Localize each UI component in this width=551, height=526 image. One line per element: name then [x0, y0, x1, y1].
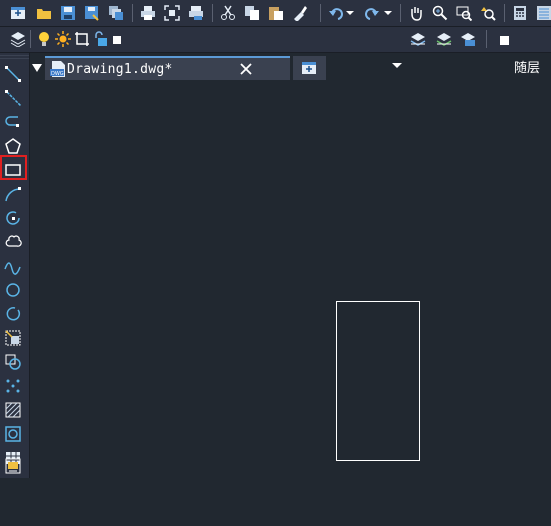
polyline-icon[interactable] [4, 113, 22, 131]
layer-toolbar: 0 随层 [0, 27, 551, 76]
publish-icon[interactable] [188, 5, 204, 21]
zoom-realtime-icon[interactable] [432, 5, 448, 21]
pan-icon[interactable] [408, 5, 424, 21]
layer-manager-icon[interactable] [10, 31, 26, 47]
zoom-previous-icon[interactable] [480, 5, 496, 21]
color-swatch[interactable] [500, 36, 509, 45]
circle-icon[interactable] [4, 281, 22, 299]
layer-previous-icon[interactable] [436, 31, 452, 47]
ellipse-arc-icon[interactable] [4, 305, 22, 323]
cut-icon[interactable] [220, 5, 236, 21]
sun-icon[interactable] [55, 31, 71, 47]
paste-icon[interactable] [268, 5, 284, 21]
open-icon[interactable] [36, 5, 52, 21]
point-icon[interactable] [4, 377, 22, 395]
circle-arc-icon[interactable] [4, 209, 22, 227]
unlock-icon[interactable] [92, 31, 108, 47]
draw-toolbar [0, 53, 30, 478]
save-as-icon[interactable] [84, 5, 100, 21]
new-drawing-icon [302, 62, 316, 74]
toolbar-grip [0, 58, 29, 59]
chevron-down-icon[interactable] [392, 63, 402, 68]
drawn-rectangle-entity[interactable] [336, 301, 420, 461]
make-block-icon[interactable] [4, 353, 22, 371]
region-icon[interactable] [4, 425, 22, 443]
viewport-freeze-icon[interactable] [74, 31, 90, 47]
toolbar-separator [30, 30, 31, 48]
chevron-down-icon[interactable] [346, 9, 354, 17]
toolbar-grip [0, 55, 29, 56]
new-icon[interactable] [10, 5, 26, 21]
layer-color-swatch[interactable] [113, 36, 121, 44]
tab-drawing1[interactable]: DWG Drawing1.dwg* [45, 56, 290, 80]
spline-icon[interactable] [4, 257, 22, 275]
new-tab-button[interactable] [293, 56, 326, 80]
ray-icon[interactable] [4, 89, 22, 107]
make-object-layer-current-icon[interactable] [410, 31, 426, 47]
document-tabs: DWG Drawing1.dwg* [30, 55, 326, 81]
copy-icon[interactable] [244, 5, 260, 21]
line-icon[interactable] [4, 65, 22, 83]
selected-tool-highlight [0, 155, 27, 180]
arc-icon[interactable] [4, 185, 22, 203]
zoom-window-icon[interactable] [456, 5, 472, 21]
drawing-canvas[interactable] [30, 82, 551, 526]
svg-text:DWG: DWG [51, 71, 64, 77]
match-properties-icon[interactable] [292, 5, 308, 21]
batch-icon[interactable] [108, 5, 124, 21]
dwg-file-icon: DWG [50, 61, 65, 77]
revcloud-icon[interactable] [4, 233, 22, 251]
layer-state-icon[interactable] [460, 31, 476, 47]
toolbar-separator [400, 4, 401, 22]
tab-list-chevron-icon[interactable] [32, 64, 42, 72]
calculator-icon[interactable] [512, 5, 528, 21]
lightbulb-icon[interactable] [36, 31, 52, 47]
mtext-icon[interactable] [4, 457, 22, 475]
tab-label: Drawing1.dwg* [67, 62, 173, 77]
save-icon[interactable] [60, 5, 76, 21]
color-control[interactable]: 随层 [514, 57, 540, 76]
toolbar-separator [320, 4, 321, 22]
toolbar-separator [132, 4, 133, 22]
properties-icon[interactable] [536, 5, 551, 21]
toolbar-separator [486, 30, 487, 48]
redo-icon[interactable] [364, 5, 380, 21]
toolbar-separator [504, 4, 505, 22]
polygon-icon[interactable] [4, 137, 22, 155]
standard-toolbar [0, 0, 551, 27]
block-insert-icon[interactable] [4, 329, 22, 347]
hatch-icon[interactable] [4, 401, 22, 419]
close-icon[interactable] [240, 63, 252, 75]
print-icon[interactable] [140, 5, 156, 21]
undo-icon[interactable] [328, 5, 344, 21]
chevron-down-icon[interactable] [384, 9, 392, 17]
plot-preview-icon[interactable] [164, 5, 180, 21]
toolbar-separator [212, 4, 213, 22]
